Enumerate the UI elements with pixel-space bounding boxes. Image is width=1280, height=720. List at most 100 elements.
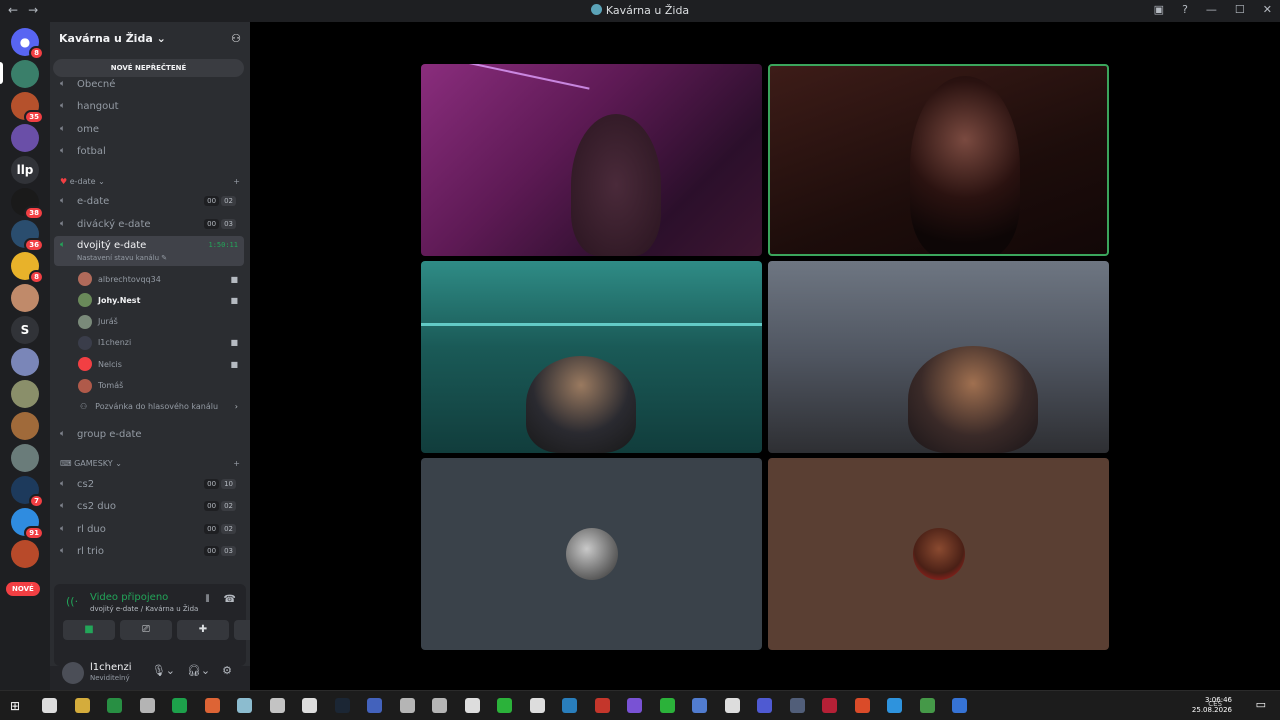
clock-app-icon[interactable]: [302, 698, 317, 713]
video-tile-4[interactable]: [768, 261, 1109, 453]
server-avatar-14[interactable]: [11, 540, 39, 568]
search-icon[interactable]: [42, 698, 57, 713]
bolt-app-icon[interactable]: [594, 698, 610, 713]
opera-icon[interactable]: [822, 698, 837, 713]
channel-ome[interactable]: 🔈︎ ome: [54, 119, 244, 139]
notes-icon[interactable]: [237, 698, 252, 713]
category-edate[interactable]: ♥ e-date ⌄ +: [60, 177, 240, 186]
activities-button[interactable]: ✚: [177, 620, 229, 640]
channel-obecne[interactable]: 🔈︎ Obecné: [54, 74, 244, 94]
sheet-app-icon[interactable]: [919, 698, 935, 713]
maximize-button[interactable]: ☐: [1235, 3, 1245, 16]
noise-suppression-icon[interactable]: ⫴: [205, 594, 209, 605]
channel-group-edate[interactable]: 🔈︎ group e-date: [54, 424, 244, 444]
server-avatar-9[interactable]: [11, 380, 39, 408]
voice-user[interactable]: Johy.Nest ■: [78, 290, 240, 310]
server-avatar-2[interactable]: 35: [11, 92, 44, 124]
channel-cs2-duo[interactable]: 🔈︎ cs2 duo 00 02: [54, 496, 244, 516]
discord-icon[interactable]: [757, 698, 772, 713]
avatar[interactable]: [62, 662, 84, 684]
app-icon[interactable]: [627, 698, 642, 713]
channel-status[interactable]: Nastavení stavu kanálu ✎: [77, 254, 167, 262]
server-avatar-10[interactable]: [11, 412, 39, 440]
voice-user[interactable]: Nelcis ■: [78, 354, 240, 374]
bar-app-icon[interactable]: [497, 698, 512, 713]
camera-button[interactable]: ■: [63, 620, 115, 640]
soundboard-button[interactable]: ✧: [234, 620, 250, 640]
inbox-icon[interactable]: ▣: [1154, 3, 1164, 16]
channel-rl-trio[interactable]: 🔈︎ rl trio 00 03: [54, 541, 244, 561]
add-member-icon[interactable]: ⚇: [231, 32, 241, 45]
channel-fotbal[interactable]: 🔈︎ fotbal: [54, 141, 244, 161]
add-channel-icon[interactable]: +: [233, 459, 240, 468]
video-tile-3[interactable]: [421, 261, 762, 453]
server-avatar-11[interactable]: [11, 444, 39, 472]
voice-status[interactable]: Video připojeno: [90, 592, 168, 603]
help-icon[interactable]: ?: [1182, 3, 1188, 16]
remote-desktop-icon[interactable]: [367, 698, 382, 713]
close-button[interactable]: ✕: [1263, 3, 1272, 16]
video-tile-1[interactable]: [421, 64, 762, 256]
server-avatar-6[interactable]: 8: [11, 252, 44, 284]
server-llp[interactable]: llp: [11, 156, 39, 184]
voice-user[interactable]: albrechtovqq34 ■: [78, 269, 240, 289]
clock[interactable]: 3:06:46 25.08.2026: [1192, 695, 1232, 715]
new-pill[interactable]: NOVÉ: [6, 582, 40, 596]
server-s[interactable]: S: [11, 316, 39, 344]
app-icon[interactable]: [789, 698, 805, 713]
category-gamesky[interactable]: ⌨ GAMESKY ⌄ +: [60, 459, 240, 468]
minimize-button[interactable]: —: [1206, 3, 1217, 16]
k-app-icon[interactable]: [529, 698, 545, 713]
channel-edate[interactable]: 🔈︎ e-date 00 02: [54, 191, 244, 211]
server-avatar-3[interactable]: [11, 124, 39, 152]
voice-user[interactable]: Juráš: [78, 312, 240, 332]
terminal-icon[interactable]: [139, 698, 155, 713]
avatar-tile-2[interactable]: [768, 458, 1109, 650]
server-avatar-1[interactable]: [11, 60, 39, 88]
voice-user[interactable]: l1chenzi ■: [78, 333, 240, 353]
voice-user[interactable]: Tomáš: [78, 376, 240, 396]
microphone-icon[interactable]: 🎙︎⌄: [152, 664, 175, 677]
avatar-tile-1[interactable]: [421, 458, 762, 650]
server-avatar-5[interactable]: 36: [11, 220, 44, 252]
editor-icon[interactable]: [464, 698, 480, 713]
windows-start-icon[interactable]: ⊞: [10, 699, 20, 713]
app-icon[interactable]: [724, 698, 740, 713]
discord-icon[interactable]: ● 8: [11, 28, 44, 60]
channel-divacky-edate[interactable]: 🔈︎ divácký e-date 00 03: [54, 214, 244, 234]
app-icon[interactable]: [562, 698, 577, 713]
settings-gear-icon[interactable]: ⚙: [222, 664, 232, 677]
invite-to-voice[interactable]: ⚇ Pozvánka do hlasového kanálu ›: [78, 396, 240, 416]
photoshop-icon[interactable]: [887, 698, 902, 713]
chart-app-icon[interactable]: [659, 698, 675, 713]
server-header[interactable]: Kavárna u Žida ⌄ ⚇: [50, 22, 250, 54]
disconnect-icon[interactable]: ☎: [224, 594, 236, 605]
server-avatar-7[interactable]: [11, 284, 39, 312]
brave-icon[interactable]: [854, 698, 870, 713]
screen-share-button[interactable]: ⎚: [120, 620, 172, 640]
headphones-icon[interactable]: 🎧︎⌄: [187, 664, 210, 677]
video-tile-2-speaking[interactable]: [768, 64, 1109, 256]
username[interactable]: l1chenzi: [90, 662, 132, 673]
app-icon[interactable]: [399, 698, 415, 713]
nvidia-icon[interactable]: [107, 698, 122, 713]
channel-hangout[interactable]: 🔈︎ hangout: [54, 96, 244, 116]
server-avatar-8[interactable]: [11, 348, 39, 376]
channel-cs2[interactable]: 🔈︎ cs2 00 10: [54, 474, 244, 494]
vpn-icon[interactable]: [692, 698, 707, 713]
server-avatar-13[interactable]: 91: [11, 508, 44, 540]
steam-icon[interactable]: [334, 698, 350, 713]
cloud-icon[interactable]: [269, 698, 285, 713]
channel-dvojity-edate[interactable]: 🔈︎ dvojitý e-date 1:50:11 Nastavení stav…: [54, 236, 244, 266]
channel-rl-duo[interactable]: 🔈︎ rl duo 00 02: [54, 519, 244, 539]
spotify-icon[interactable]: [172, 698, 187, 713]
app-icon[interactable]: [952, 698, 967, 713]
server-avatar-12[interactable]: 7: [11, 476, 44, 508]
add-channel-icon[interactable]: +: [233, 177, 240, 186]
server-avatar-4[interactable]: 38: [11, 188, 44, 220]
calculator-icon[interactable]: [432, 698, 447, 713]
file-explorer-icon[interactable]: [74, 698, 90, 713]
voice-location[interactable]: dvojitý e-date / Kavárna u Žida: [90, 605, 198, 613]
notification-icon[interactable]: ▭: [1256, 698, 1266, 711]
firefox-icon[interactable]: [204, 698, 220, 713]
